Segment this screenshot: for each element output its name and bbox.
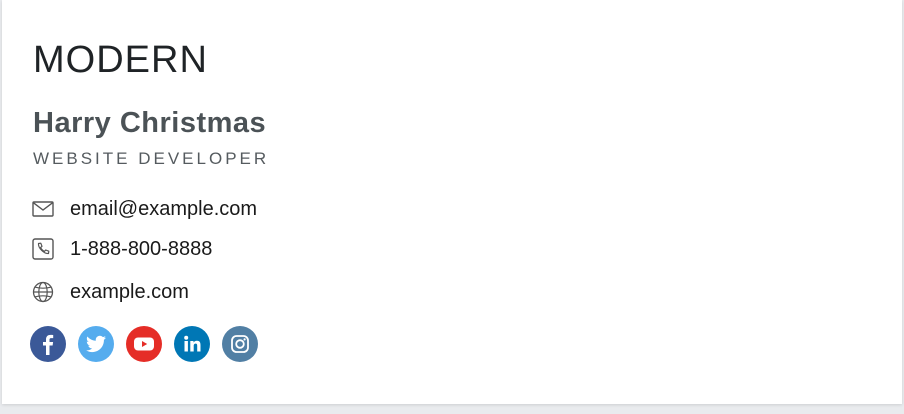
contact-email-row[interactable]: email@example.com xyxy=(30,195,257,223)
youtube-icon xyxy=(134,337,154,351)
globe-icon xyxy=(30,279,56,305)
youtube-button[interactable] xyxy=(126,326,162,362)
signature-card: MODERN Harry Christmas WEBSITE DEVELOPER… xyxy=(2,0,902,404)
contact-phone-text[interactable]: 1-888-800-8888 xyxy=(70,237,212,261)
linkedin-icon xyxy=(184,335,201,352)
signature-style-title: MODERN xyxy=(33,39,208,81)
contact-website-text[interactable]: example.com xyxy=(70,280,189,304)
envelope-icon xyxy=(30,196,56,222)
facebook-button[interactable] xyxy=(30,326,66,362)
person-name: Harry Christmas xyxy=(33,107,267,139)
twitter-button[interactable] xyxy=(78,326,114,362)
person-role: WEBSITE DEVELOPER xyxy=(33,149,270,168)
twitter-icon xyxy=(86,335,106,353)
social-links xyxy=(30,326,258,362)
phone-icon xyxy=(30,236,56,262)
contact-phone-row[interactable]: 1-888-800-8888 xyxy=(30,235,212,263)
facebook-icon xyxy=(43,334,54,355)
contact-email-text[interactable]: email@example.com xyxy=(70,197,257,221)
instagram-button[interactable] xyxy=(222,326,258,362)
instagram-icon xyxy=(231,335,249,353)
contact-website-row[interactable]: example.com xyxy=(30,278,189,306)
linkedin-button[interactable] xyxy=(174,326,210,362)
